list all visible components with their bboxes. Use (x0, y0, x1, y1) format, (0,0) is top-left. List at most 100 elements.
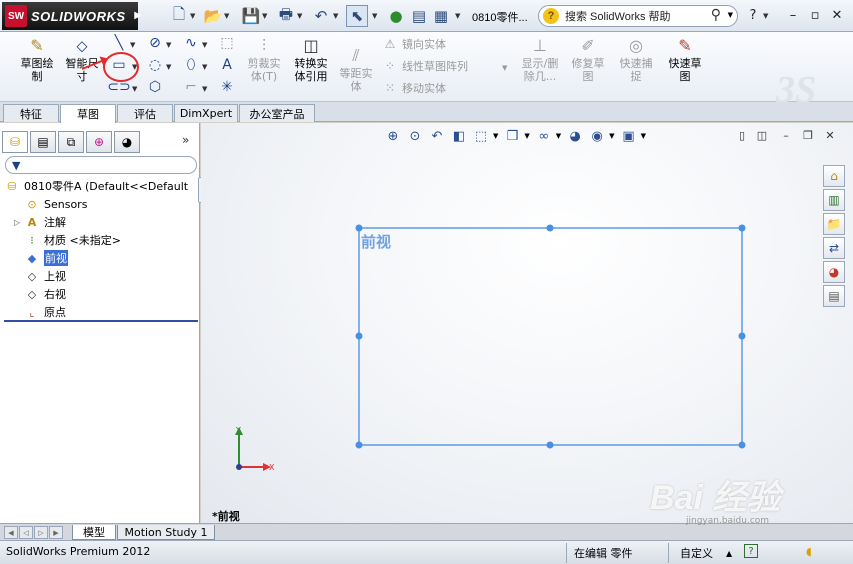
tree-filter-input[interactable]: ▼ (5, 156, 197, 174)
close-button[interactable]: ✕ (828, 6, 846, 24)
tree-item-sensors[interactable]: ⊙ Sensors (24, 195, 87, 213)
display-delete-relations-button[interactable]: ⊥ 显示/删 除几... (517, 34, 563, 83)
graphics-area[interactable]: ⊕ ⊙ ↶ ◧ ⬚ ▼ ❒ ▼ ∞ ▼ ◕ ◉ ▼ ▣ ▼ ▯ ◫ – ❐ ✕ Y X 前… (201, 123, 853, 523)
expand-icon[interactable]: ▷ (14, 218, 20, 227)
appearances-icon[interactable]: ◕ (823, 261, 845, 283)
chevron-down-icon[interactable]: ▼ (132, 85, 137, 93)
tab-sketch[interactable]: 草图 (60, 104, 116, 123)
search-icon[interactable]: ⚲ (711, 7, 721, 23)
tab-motion-study[interactable]: Motion Study 1 (117, 525, 215, 540)
chevron-down-icon[interactable]: ▼ (502, 64, 507, 72)
move-entities-button[interactable]: ⁙ 移动实体 (382, 80, 446, 96)
chevron-down-icon[interactable]: ▼ (166, 63, 171, 71)
tree-item-front-plane[interactable]: ◆ 前视 (24, 249, 68, 267)
feature-tree-tab-icon[interactable]: ⛁ (2, 131, 28, 153)
tab-office-products[interactable]: 办公室产品 (239, 104, 315, 122)
line-icon[interactable]: ╲ (110, 34, 128, 52)
file-properties-icon[interactable]: ▤ (408, 5, 430, 27)
tab-model[interactable]: 模型 (72, 525, 116, 540)
chevron-down-icon[interactable]: ▼ (262, 12, 267, 20)
chevron-down-icon[interactable]: ▼ (455, 12, 460, 20)
options-icon[interactable]: ▦ (430, 5, 452, 27)
repair-sketch-button[interactable]: ✐ 修复草 图 (567, 34, 609, 83)
units-display[interactable]: 自定义 (680, 545, 713, 561)
trim-entities-button[interactable]: ⫶ 剪裁实 体(T) (244, 34, 284, 83)
chevron-down-icon[interactable]: ▼ (130, 41, 135, 49)
convert-entities-button[interactable]: ◫ 转换实 体引用 (290, 34, 332, 83)
spline-icon[interactable]: ∿ (182, 34, 200, 52)
expand-chevron-icon[interactable]: » (182, 133, 189, 147)
help-search-input[interactable]: ? 搜索 SolidWorks 帮助 ⚲ ▼ (538, 5, 738, 27)
resources-home-icon[interactable]: ⌂ (823, 165, 845, 187)
tree-item-origin[interactable]: ⌞ 原点 (24, 303, 66, 321)
dimxpert-tab-icon[interactable]: ⊕ (86, 131, 112, 153)
design-library-icon[interactable]: ▥ (823, 189, 845, 211)
solidworks-menu-button[interactable]: SW SOLIDWORKS ▶ (2, 2, 142, 30)
print-icon[interactable]: 🖶 (275, 5, 297, 27)
polygon-icon[interactable]: ⬡ (146, 78, 164, 96)
chevron-down-icon[interactable]: ▼ (763, 12, 768, 20)
first-tab-icon[interactable]: ◀ (4, 526, 18, 539)
tree-item-right-plane[interactable]: ◇ 右视 (24, 285, 66, 303)
smart-dimension-button[interactable]: ⬦ 智能尺 寸 (62, 34, 102, 83)
tree-rollback-bar[interactable] (4, 320, 198, 322)
chevron-up-icon[interactable]: ▲ (726, 549, 732, 558)
plane-handle[interactable] (738, 441, 746, 449)
front-plane-rectangle[interactable] (358, 227, 743, 446)
quick-snaps-button[interactable]: ◎ 快速捕 捉 (615, 34, 657, 83)
chevron-down-icon[interactable]: ▼ (224, 12, 229, 20)
tree-item-material[interactable]: ⁝ 材质 <未指定> (24, 231, 121, 249)
tree-item-top-plane[interactable]: ◇ 上视 (24, 267, 66, 285)
tree-root-part[interactable]: ⛁ 0810零件A (Default<<Default (4, 177, 188, 195)
plane-handle[interactable] (738, 332, 746, 340)
open-folder-icon[interactable]: 📂 (202, 5, 224, 27)
property-manager-tab-icon[interactable]: ▤ (30, 131, 56, 153)
circle-icon[interactable]: ⊘ (146, 34, 164, 52)
sketch-button[interactable]: ✎ 草图绘 制 (16, 34, 58, 83)
arc-icon[interactable]: ◌ (146, 56, 164, 74)
offset-entities-button[interactable]: ⫽ 等距实 体 (336, 44, 376, 93)
help-icon[interactable]: ? (744, 6, 762, 24)
grid-icon[interactable]: ⬚ (218, 34, 236, 52)
save-icon[interactable]: 💾 (240, 5, 262, 27)
chevron-down-icon[interactable]: ▼ (202, 63, 207, 71)
chevron-down-icon[interactable]: ▼ (728, 11, 733, 19)
restore-button[interactable]: ▫ (806, 6, 824, 24)
mirror-entities-button[interactable]: ⚠ 镜向实体 (382, 36, 446, 52)
select-cursor-icon[interactable]: ⬉ (346, 5, 368, 27)
chevron-down-icon[interactable]: ▼ (202, 41, 207, 49)
rapid-sketch-button[interactable]: ✎ 快速草 图 (664, 34, 706, 83)
chevron-down-icon[interactable]: ▼ (333, 12, 338, 20)
tab-dimxpert[interactable]: DimXpert (174, 104, 238, 122)
rebuild-traffic-light-icon[interactable]: ● (385, 5, 407, 27)
chevron-down-icon[interactable]: ▼ (202, 85, 207, 93)
point-icon[interactable]: ✳ (218, 78, 236, 96)
plane-handle[interactable] (546, 441, 554, 449)
minimize-button[interactable]: – (784, 6, 802, 24)
prev-tab-icon[interactable]: ◁ (19, 526, 33, 539)
chevron-down-icon[interactable]: ▼ (297, 12, 302, 20)
undo-icon[interactable]: ↶ (310, 5, 332, 27)
custom-properties-icon[interactable]: ▤ (823, 285, 845, 307)
configuration-manager-tab-icon[interactable]: ⧉ (58, 131, 84, 153)
help-icon[interactable]: ? (744, 544, 758, 558)
next-tab-icon[interactable]: ▷ (34, 526, 48, 539)
tab-features[interactable]: 特征 (3, 104, 59, 122)
new-document-icon[interactable]: 🗋 (168, 5, 190, 27)
view-palette-icon[interactable]: ⇄ (823, 237, 845, 259)
tab-evaluate[interactable]: 评估 (117, 104, 173, 122)
notification-icon[interactable]: ◖ (806, 545, 812, 558)
chevron-down-icon[interactable]: ▼ (190, 12, 195, 20)
linear-pattern-button[interactable]: ⁘ 线性草图阵列 (382, 58, 468, 74)
fillet-icon[interactable]: ⌐ (182, 78, 200, 96)
tree-item-annotations[interactable]: ▷ A 注解 (14, 213, 66, 231)
text-icon[interactable]: A (218, 56, 236, 74)
plane-handle[interactable] (355, 441, 363, 449)
ellipse-icon[interactable]: ⬯ (182, 56, 200, 74)
display-manager-tab-icon[interactable]: ◕ (114, 131, 140, 153)
plane-handle[interactable] (546, 224, 554, 232)
file-explorer-icon[interactable]: 📁 (823, 213, 845, 235)
plane-handle[interactable] (355, 332, 363, 340)
plane-handle[interactable] (738, 224, 746, 232)
chevron-down-icon[interactable]: ▼ (166, 41, 171, 49)
